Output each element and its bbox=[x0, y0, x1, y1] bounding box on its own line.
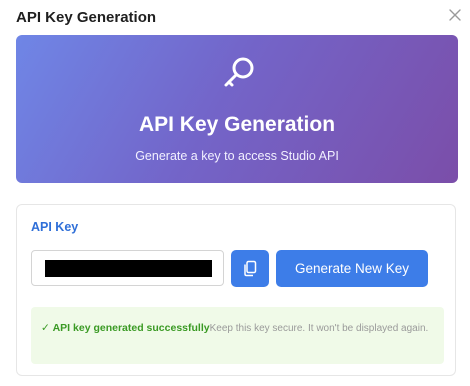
copy-icon bbox=[244, 260, 257, 277]
hero-subtitle: Generate a key to access Studio API bbox=[135, 149, 339, 163]
api-key-field[interactable] bbox=[31, 250, 224, 286]
alert-success-text: API key generated successfully bbox=[52, 322, 210, 334]
check-icon: ✓ bbox=[41, 322, 50, 334]
generate-new-key-button[interactable]: Generate New Key bbox=[276, 250, 428, 287]
success-alert: ✓ API key generated successfullyKeep thi… bbox=[31, 307, 444, 364]
api-key-card: API Key Generate New Key ✓ API key gener… bbox=[16, 204, 456, 376]
api-key-dialog: API Key Generation API Key Generation Ge… bbox=[0, 0, 470, 386]
alert-warning-text: Keep this key secure. It won't be displa… bbox=[209, 323, 429, 334]
key-icon bbox=[224, 57, 254, 87]
dialog-title: API Key Generation bbox=[16, 9, 157, 26]
hero-title: API Key Generation bbox=[138, 113, 336, 136]
api-key-label: API Key bbox=[31, 220, 79, 234]
close-button[interactable] bbox=[446, 6, 464, 24]
copy-button[interactable] bbox=[231, 250, 269, 287]
close-icon bbox=[449, 9, 461, 21]
hero-banner: API Key Generation Generate a key to acc… bbox=[16, 35, 458, 183]
api-key-redacted-value bbox=[45, 260, 212, 277]
